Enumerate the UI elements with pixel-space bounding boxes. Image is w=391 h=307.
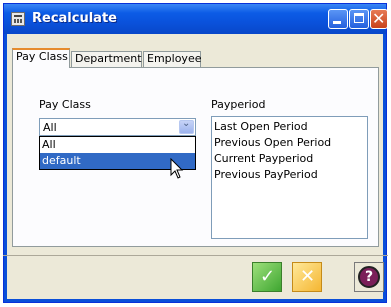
calculator-icon (11, 12, 25, 26)
maximize-button[interactable] (349, 9, 369, 29)
tab-pay-class[interactable]: Pay Class (12, 48, 70, 68)
tab-label: Employee (147, 52, 202, 65)
list-item[interactable]: Previous PayPeriod (214, 167, 318, 182)
mouse-cursor-icon (170, 158, 184, 179)
ok-button[interactable]: ✓ (252, 262, 282, 292)
chevron-down-icon: ⌄ (182, 118, 191, 129)
tab-employee[interactable]: Employee (143, 51, 201, 67)
divider (3, 255, 388, 256)
tab-label: Pay Class (16, 50, 68, 63)
cancel-button[interactable]: ✕ (292, 262, 322, 292)
window-title: Recalculate (32, 11, 117, 26)
help-button[interactable]: ? (354, 262, 384, 292)
pay-class-dropdown[interactable]: All ⌄ (39, 118, 196, 136)
pay-class-selected-value: All (43, 121, 57, 134)
minimize-icon (333, 21, 341, 24)
list-item[interactable]: Previous Open Period (214, 135, 331, 150)
minimize-button[interactable] (328, 9, 348, 29)
option-all[interactable]: All (40, 137, 195, 153)
tab-department[interactable]: Department (71, 51, 142, 67)
pay-class-label: Pay Class (39, 98, 91, 111)
close-icon: ✕ (372, 9, 386, 28)
maximize-icon (354, 13, 364, 23)
list-item[interactable]: Last Open Period (214, 119, 308, 134)
check-icon: ✓ (260, 266, 276, 287)
help-icon: ? (358, 266, 380, 288)
payperiod-label: Payperiod (211, 98, 266, 111)
x-icon: ✕ (300, 266, 316, 287)
dropdown-button[interactable]: ⌄ (179, 118, 194, 134)
list-item[interactable]: Current Payperiod (214, 151, 313, 166)
close-button[interactable]: ✕ (370, 9, 388, 29)
title-bar[interactable]: Recalculate ✕ (4, 4, 388, 34)
payperiod-list[interactable]: Last Open Period Previous Open Period Cu… (211, 116, 368, 239)
tab-label: Department (75, 52, 142, 65)
